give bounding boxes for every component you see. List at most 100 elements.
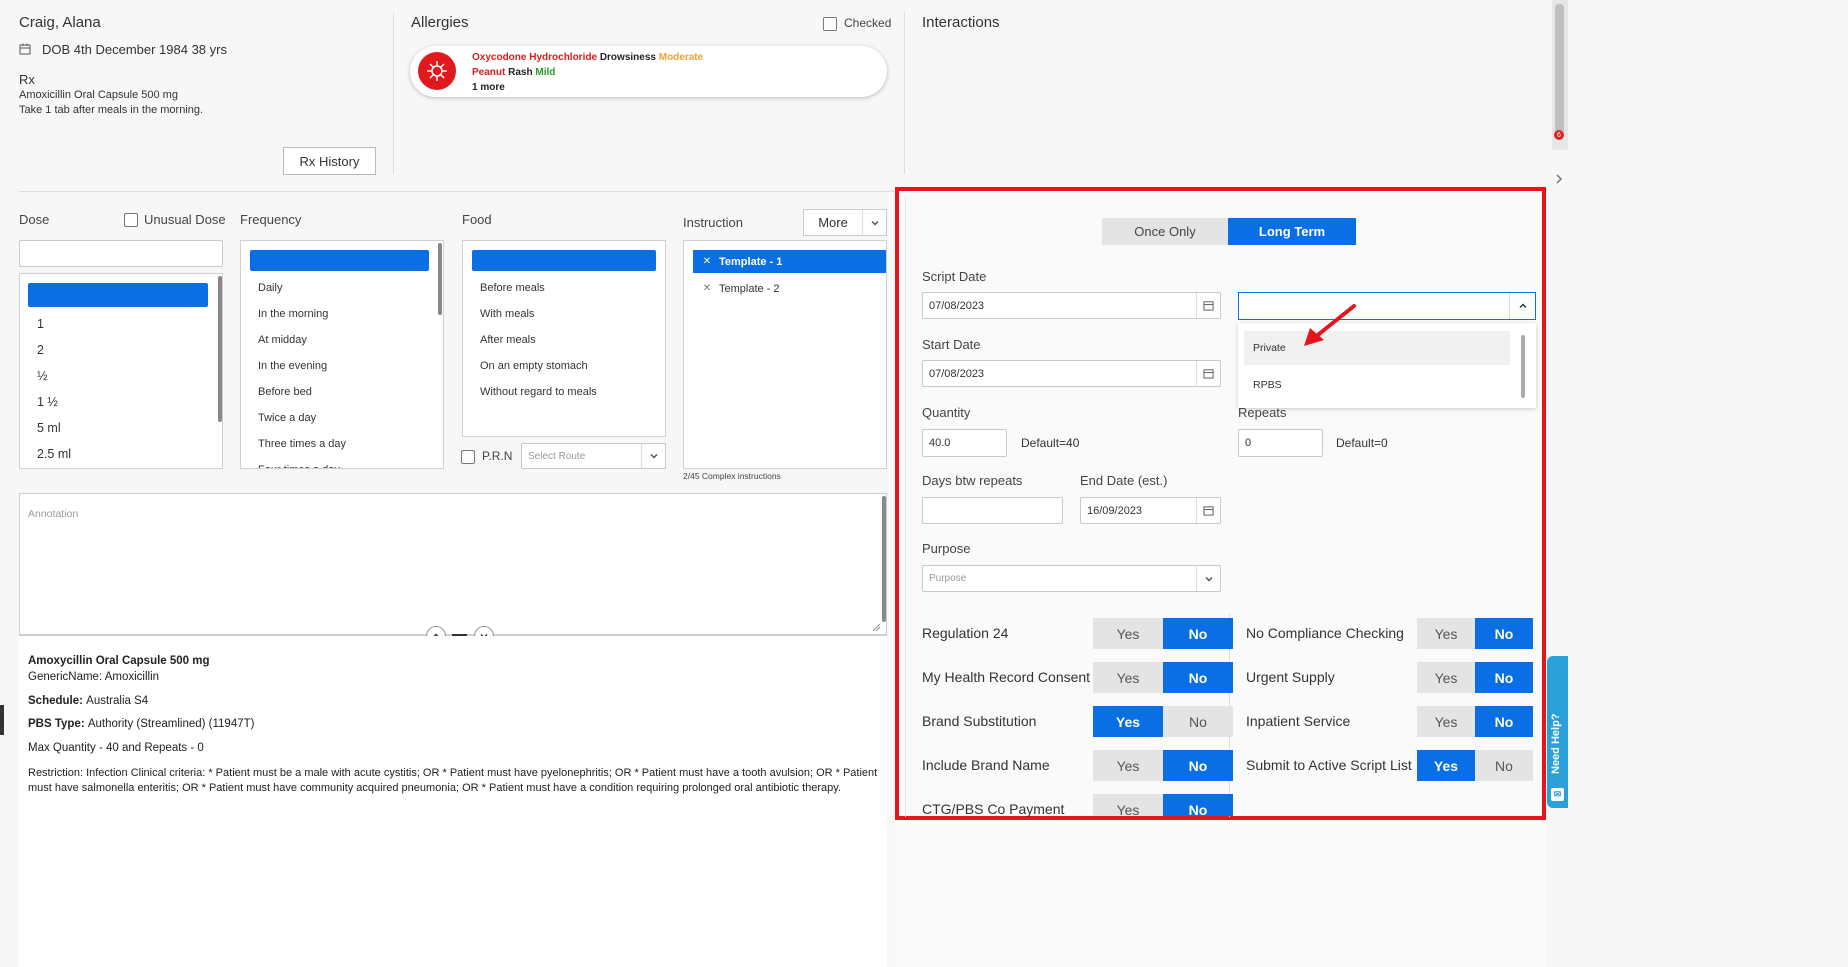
dropdown-scrollbar[interactable] <box>1521 335 1525 398</box>
template-item[interactable]: ✕ Template - 2 <box>693 277 886 300</box>
no-option[interactable]: No <box>1163 750 1233 781</box>
submit-active-script-list-toggle[interactable]: Yes No <box>1417 750 1533 781</box>
repeats-input[interactable]: 0 <box>1238 429 1323 457</box>
frequency-item[interactable]: In the morning <box>241 301 443 327</box>
food-item[interactable]: On an empty stomach <box>463 353 665 379</box>
dose-item[interactable]: 1 <box>20 311 222 337</box>
frequency-item[interactable]: Four times a day <box>241 457 443 468</box>
dose-scrollbar[interactable] <box>218 276 222 422</box>
template-item-selected[interactable]: ✕ Template - 1 <box>693 250 886 273</box>
food-item[interactable]: Before meals <box>463 275 665 301</box>
no-option[interactable]: No <box>1163 794 1233 816</box>
script-panel-inner-border <box>905 197 906 817</box>
regulation-24-toggle[interactable]: Yes No <box>1093 618 1233 649</box>
dose-label: Dose <box>19 212 50 227</box>
chevron-up-icon <box>1509 293 1535 319</box>
dose-selected-item[interactable] <box>28 283 208 307</box>
my-health-record-consent-label: My Health Record Consent <box>922 669 1091 685</box>
yes-option[interactable]: Yes <box>1417 706 1475 737</box>
dose-item[interactable]: 5 ml <box>20 415 222 441</box>
annotation-textarea[interactable]: Annotation <box>19 493 887 635</box>
allergy-more-link[interactable]: 1 more <box>472 82 505 93</box>
frequency-item[interactable]: At midday <box>241 327 443 353</box>
chevron-right-icon[interactable] <box>1553 172 1565 186</box>
food-item[interactable]: With meals <box>463 301 665 327</box>
no-compliance-checking-toggle[interactable]: Yes No <box>1417 618 1533 649</box>
instruction-label: Instruction <box>683 215 743 230</box>
bell-icon[interactable]: 6 <box>1553 128 1565 142</box>
checked-checkbox[interactable] <box>823 17 837 31</box>
frequency-list[interactable]: Daily In the morning At midday In the ev… <box>240 240 444 469</box>
page-scrollbar-thumb[interactable] <box>1555 4 1564 134</box>
no-option[interactable]: No <box>1163 706 1233 737</box>
my-health-record-consent-toggle[interactable]: Yes No <box>1093 662 1233 693</box>
yes-option[interactable]: Yes <box>1417 662 1475 693</box>
yes-option[interactable]: Yes <box>1093 750 1163 781</box>
close-icon[interactable]: ✕ <box>699 283 715 294</box>
yes-option[interactable]: Yes <box>1417 750 1475 781</box>
annotation-scrollbar[interactable] <box>882 496 886 622</box>
include-brand-name-toggle[interactable]: Yes No <box>1093 750 1233 781</box>
dropdown-option-rpbs[interactable]: RPBS <box>1244 368 1510 402</box>
once-only-button[interactable]: Once Only <box>1102 218 1228 245</box>
calendar-icon[interactable] <box>1196 293 1220 318</box>
yes-option[interactable]: Yes <box>1093 794 1163 816</box>
checked-label: Checked <box>844 16 892 30</box>
frequency-selected-item[interactable] <box>250 250 429 271</box>
frequency-scrollbar[interactable] <box>438 243 442 315</box>
route-select[interactable]: Select Route <box>521 443 666 469</box>
urgent-supply-toggle[interactable]: Yes No <box>1417 662 1533 693</box>
ctg-pbs-co-payment-toggle[interactable]: Yes No <box>1093 794 1233 816</box>
calendar-icon[interactable] <box>1196 361 1220 386</box>
food-selected-item[interactable] <box>472 250 656 271</box>
dose-list[interactable]: 1 2 ½ 1 ½ 5 ml 2.5 ml <box>19 273 223 469</box>
start-date-input[interactable]: 07/08/2023 <box>922 360 1221 387</box>
rx-history-button[interactable]: Rx History <box>283 147 376 175</box>
script-date-input[interactable]: 07/08/2023 <box>922 292 1221 319</box>
instruction-list[interactable]: ✕ Template - 1 ✕ Template - 2 <box>683 240 887 469</box>
unusual-dose-checkbox[interactable] <box>124 213 138 227</box>
yes-option[interactable]: Yes <box>1093 662 1163 693</box>
food-item[interactable]: Without regard to meals <box>463 379 665 405</box>
days-btw-repeats-input[interactable] <box>922 497 1063 524</box>
dropdown-option-private[interactable]: Private <box>1244 331 1510 365</box>
dose-item[interactable]: 2.5 ml <box>20 441 222 467</box>
no-option[interactable]: No <box>1475 706 1533 737</box>
yes-option[interactable]: Yes <box>1093 706 1163 737</box>
yes-option[interactable]: Yes <box>1417 618 1475 649</box>
frequency-item[interactable]: Before bed <box>241 379 443 405</box>
long-term-button[interactable]: Long Term <box>1228 218 1356 245</box>
quantity-input[interactable]: 40.0 <box>922 429 1007 457</box>
frequency-item[interactable]: Three times a day <box>241 431 443 457</box>
divider-horizontal <box>19 191 894 192</box>
no-option[interactable]: No <box>1475 618 1533 649</box>
no-option[interactable]: No <box>1475 662 1533 693</box>
resize-handle-icon[interactable] <box>872 618 881 632</box>
no-option[interactable]: No <box>1475 750 1533 781</box>
frequency-item[interactable]: Twice a day <box>241 405 443 431</box>
no-option[interactable]: No <box>1163 662 1233 693</box>
prn-checkbox[interactable] <box>461 450 475 464</box>
dose-input[interactable] <box>19 240 223 267</box>
food-list[interactable]: Before meals With meals After meals On a… <box>462 240 666 437</box>
need-help-tab[interactable]: Need Help? ✉ <box>1547 656 1568 808</box>
dose-item[interactable]: ½ <box>20 363 222 389</box>
calendar-icon[interactable] <box>1196 498 1220 523</box>
no-option[interactable]: No <box>1163 618 1233 649</box>
yes-option[interactable]: Yes <box>1093 618 1163 649</box>
purpose-select[interactable]: Purpose <box>922 565 1221 592</box>
script-date-value: 07/08/2023 <box>929 299 985 312</box>
dose-item[interactable]: 2 <box>20 337 222 363</box>
inpatient-service-toggle[interactable]: Yes No <box>1417 706 1533 737</box>
dose-item[interactable]: 1 ½ <box>20 389 222 415</box>
frequency-item[interactable]: Daily <box>241 275 443 301</box>
brand-substitution-toggle[interactable]: Yes No <box>1093 706 1233 737</box>
more-button[interactable]: More <box>803 209 887 236</box>
food-item[interactable]: After meals <box>463 327 665 353</box>
allergy-card[interactable]: Oxycodone Hydrochloride Drowsiness Moder… <box>410 46 887 97</box>
close-icon[interactable]: ✕ <box>699 256 715 267</box>
script-type-toggle[interactable]: Once Only Long Term <box>1102 218 1356 245</box>
script-type-dropdown[interactable] <box>1238 292 1536 320</box>
end-date-input[interactable]: 16/09/2023 <box>1080 497 1221 524</box>
frequency-item[interactable]: In the evening <box>241 353 443 379</box>
